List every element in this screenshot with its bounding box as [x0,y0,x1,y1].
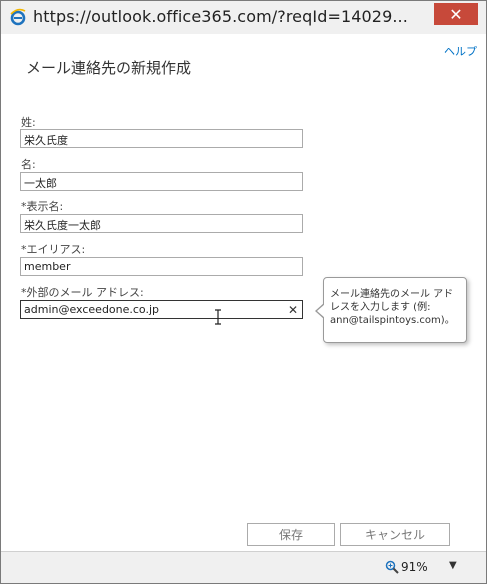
display-name-input[interactable]: 栄久氏度一太郎 [20,214,303,233]
email-hint-tooltip: メール連絡先のメール アドレスを入力します (例: ann@tailspinto… [323,277,467,343]
first-name-input[interactable]: 一太郎 [20,172,303,191]
first-name-label: 名: [21,158,36,171]
chevron-down-icon[interactable]: ▼ [449,560,457,571]
external-email-label: *外部のメール アドレス: [21,286,144,299]
save-button[interactable]: 保存 [247,523,335,546]
title-bar: https://outlook.office365.com/?reqId=140… [1,1,486,34]
help-link[interactable]: ヘルプ [444,43,477,59]
zoom-icon [385,560,399,574]
display-name-label: *表示名: [21,200,64,213]
page-title: メール連絡先の新規作成 [26,59,192,77]
window-url: https://outlook.office365.com/?reqId=140… [33,7,408,26]
clear-icon[interactable]: ✕ [288,303,298,317]
external-email-input[interactable]: admin@exceedone.co.jp [20,300,303,319]
close-icon: ✕ [449,4,463,24]
last-name-label: 姓: [21,116,36,129]
zoom-level[interactable]: 91% [401,560,428,574]
alias-label: *エイリアス: [21,243,86,256]
dialog-window: https://outlook.office365.com/?reqId=140… [0,0,487,584]
text-cursor-icon [215,309,221,325]
status-bar: 91% ▼ [1,551,486,583]
last-name-input[interactable]: 栄久氏度 [20,129,303,148]
internet-explorer-icon [10,8,26,26]
close-window-button[interactable]: ✕ [434,3,478,25]
cancel-button[interactable]: キャンセル [340,523,450,546]
tooltip-arrow-fill [317,304,325,318]
tooltip-text: メール連絡先のメール アドレスを入力します (例: ann@tailspinto… [330,289,455,326]
alias-input[interactable]: member [20,257,303,276]
